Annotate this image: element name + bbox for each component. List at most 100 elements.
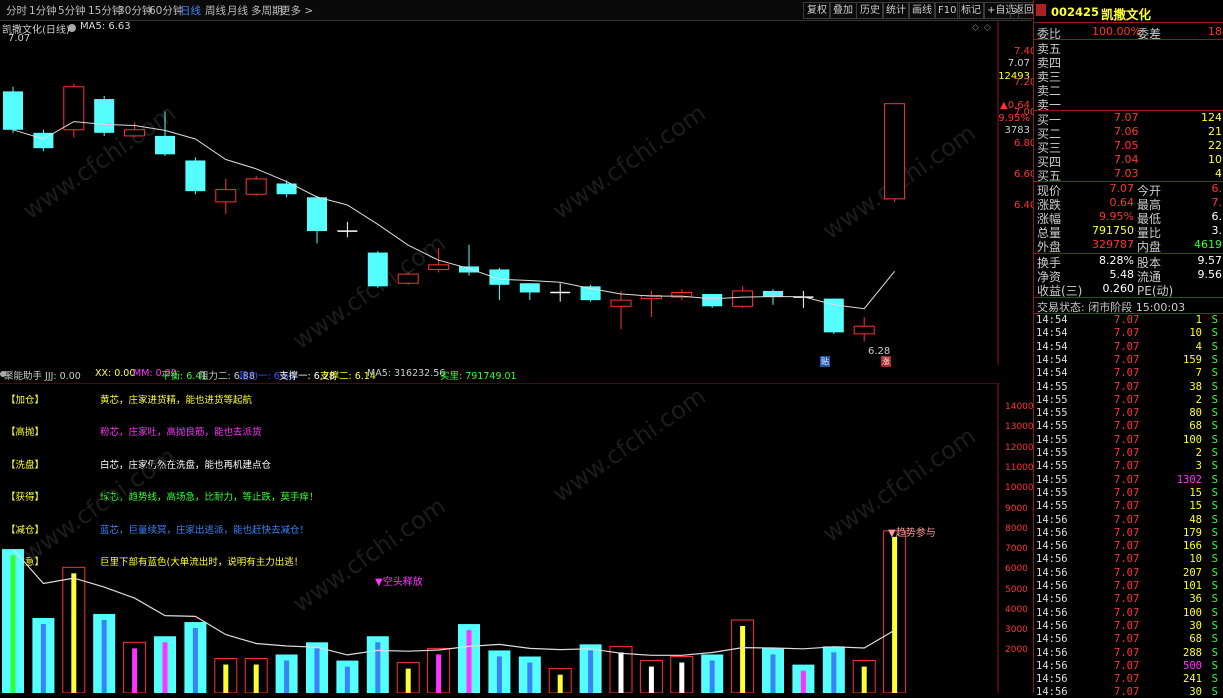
- period-tab[interactable]: 多周期: [251, 3, 283, 18]
- tick-time: 14:55: [1036, 447, 1068, 459]
- volume-bar: [458, 624, 480, 693]
- tick-price: 7.07: [1114, 407, 1140, 420]
- volume-bar: [427, 647, 451, 693]
- volume-bar: [154, 636, 176, 693]
- panel-title-icon[interactable]: [1036, 4, 1046, 16]
- tick-price: 7.07: [1114, 486, 1140, 499]
- watermark: www.cfchi.com: [287, 229, 450, 355]
- stat-value: 329787: [1092, 238, 1134, 251]
- volume-bar: [518, 656, 541, 693]
- price-axis: 7.07 12493 ▲0.64 9.95% 3783 7.40 7.20 7.00 6.80 6…: [998, 20, 1036, 365]
- toolbar-button[interactable]: 画线: [908, 2, 936, 19]
- period-tab[interactable]: 30分钟: [118, 3, 152, 18]
- tick-price: 7.07: [1114, 367, 1140, 380]
- tick-volume: 10: [1189, 327, 1202, 340]
- volume-bar: [366, 636, 389, 693]
- period-tab[interactable]: 60分钟: [149, 3, 183, 18]
- tick-side: S: [1211, 447, 1218, 459]
- tick-price: 7.07: [1114, 659, 1140, 672]
- period-tab[interactable]: 5分钟: [58, 3, 86, 18]
- tick-side: S: [1211, 393, 1218, 406]
- tick-side: S: [1211, 686, 1218, 698]
- volume-bar: [123, 641, 147, 693]
- candle: [671, 289, 693, 301]
- stat-value: 6.: [1211, 182, 1223, 195]
- period-tab[interactable]: 日线: [180, 3, 201, 18]
- volume-bar: [336, 660, 359, 693]
- candle: [94, 96, 115, 136]
- tick-side: S: [1211, 619, 1218, 632]
- tick-volume: 100: [1183, 433, 1202, 446]
- tick-volume: 1302: [1176, 473, 1202, 486]
- volume-tick: 2000: [1005, 645, 1028, 656]
- stat-value: 9.56: [1197, 268, 1223, 281]
- candle: [489, 267, 510, 301]
- tick-price: 7.07: [1114, 500, 1140, 513]
- tick-time: 14:56: [1036, 513, 1068, 526]
- toolbar-button[interactable]: 历史: [856, 2, 884, 19]
- tick-time: 14:56: [1036, 526, 1068, 539]
- tick-volume: 7: [1195, 367, 1202, 380]
- stat-value: 791750: [1092, 224, 1134, 237]
- volume-bar: [214, 658, 238, 693]
- tick-volume: 30: [1189, 686, 1202, 698]
- tick-volume: 500: [1183, 659, 1202, 672]
- toolbar-button[interactable]: 标记: [957, 2, 985, 19]
- indicator-value: 实里: 791749.01: [440, 371, 517, 382]
- toolbar-button[interactable]: 统计: [882, 2, 910, 19]
- period-tab[interactable]: 月线: [227, 3, 248, 18]
- tick-price: 7.07: [1114, 553, 1140, 566]
- tick-side: S: [1211, 513, 1218, 526]
- period-tab[interactable]: 分时: [6, 3, 27, 18]
- tick-time: 14:56: [1036, 540, 1068, 553]
- tick-side: S: [1211, 314, 1218, 326]
- tick-price: 7.07: [1114, 646, 1140, 659]
- volume-tick: 4000: [1005, 604, 1028, 615]
- tick-price: 7.07: [1114, 593, 1140, 606]
- tick-time: 14:56: [1036, 646, 1068, 659]
- tick-volume: 207: [1183, 566, 1202, 579]
- toolbar-button[interactable]: 复权: [803, 2, 831, 19]
- tick-time: 14:56: [1036, 553, 1068, 566]
- stat-value: 5.48: [1109, 268, 1135, 281]
- volume-tick: 12000: [1005, 442, 1034, 453]
- volume-axis: 14000 13000 12000 11000 10000 9000 8000 7000 600…: [1000, 383, 1034, 693]
- tick-side: S: [1211, 633, 1218, 646]
- volume-bar: [2, 549, 24, 693]
- toolbar-button[interactable]: 叠加: [829, 2, 857, 19]
- tick-volume: 3: [1195, 460, 1202, 473]
- candle: [63, 83, 85, 138]
- tick-time: 14:55: [1036, 433, 1068, 446]
- bid-price: 7.04: [1114, 153, 1139, 166]
- candle: [185, 157, 206, 195]
- tick-side: S: [1211, 380, 1218, 393]
- watermark: www.cfchi.com: [547, 383, 710, 508]
- tick-volume: 15: [1189, 500, 1202, 513]
- volume-bar: [670, 656, 694, 693]
- tick-volume: 48: [1189, 513, 1202, 526]
- period-tab[interactable]: 更多 >: [280, 3, 313, 18]
- tick-time: 14:56: [1036, 686, 1068, 698]
- volume-bar: [762, 648, 784, 693]
- tick-side: S: [1211, 646, 1218, 659]
- indicator-dot-icon[interactable]: [0, 371, 6, 377]
- tick-time: 14:55: [1036, 407, 1068, 420]
- period-tab[interactable]: 1分钟: [29, 3, 57, 18]
- tick-time: 14:55: [1036, 460, 1068, 473]
- settings-dot-icon[interactable]: [68, 24, 76, 32]
- period-tab[interactable]: 周线: [205, 3, 226, 18]
- tick-side: S: [1211, 593, 1218, 606]
- candle: [245, 175, 267, 196]
- watermark: www.cfchi.com: [287, 492, 450, 618]
- ma5-line: [12, 121, 895, 310]
- tick-side: S: [1211, 340, 1218, 353]
- tick-time: 14:54: [1036, 367, 1068, 380]
- tick-time: 14:56: [1036, 633, 1068, 646]
- tick-volume: 30: [1189, 619, 1202, 632]
- tick-side: S: [1211, 540, 1218, 553]
- tick-price: 7.07: [1114, 380, 1140, 393]
- stat-value: 7.07: [1109, 182, 1135, 195]
- volume-tick: 5000: [1005, 584, 1028, 595]
- stat-value: 7.: [1211, 196, 1223, 209]
- indicator-header: 聚能助手 JJJ: 0.00 XX: 0.00 MM: 0.00 平衡: 6.41 阻力…: [0, 367, 1000, 382]
